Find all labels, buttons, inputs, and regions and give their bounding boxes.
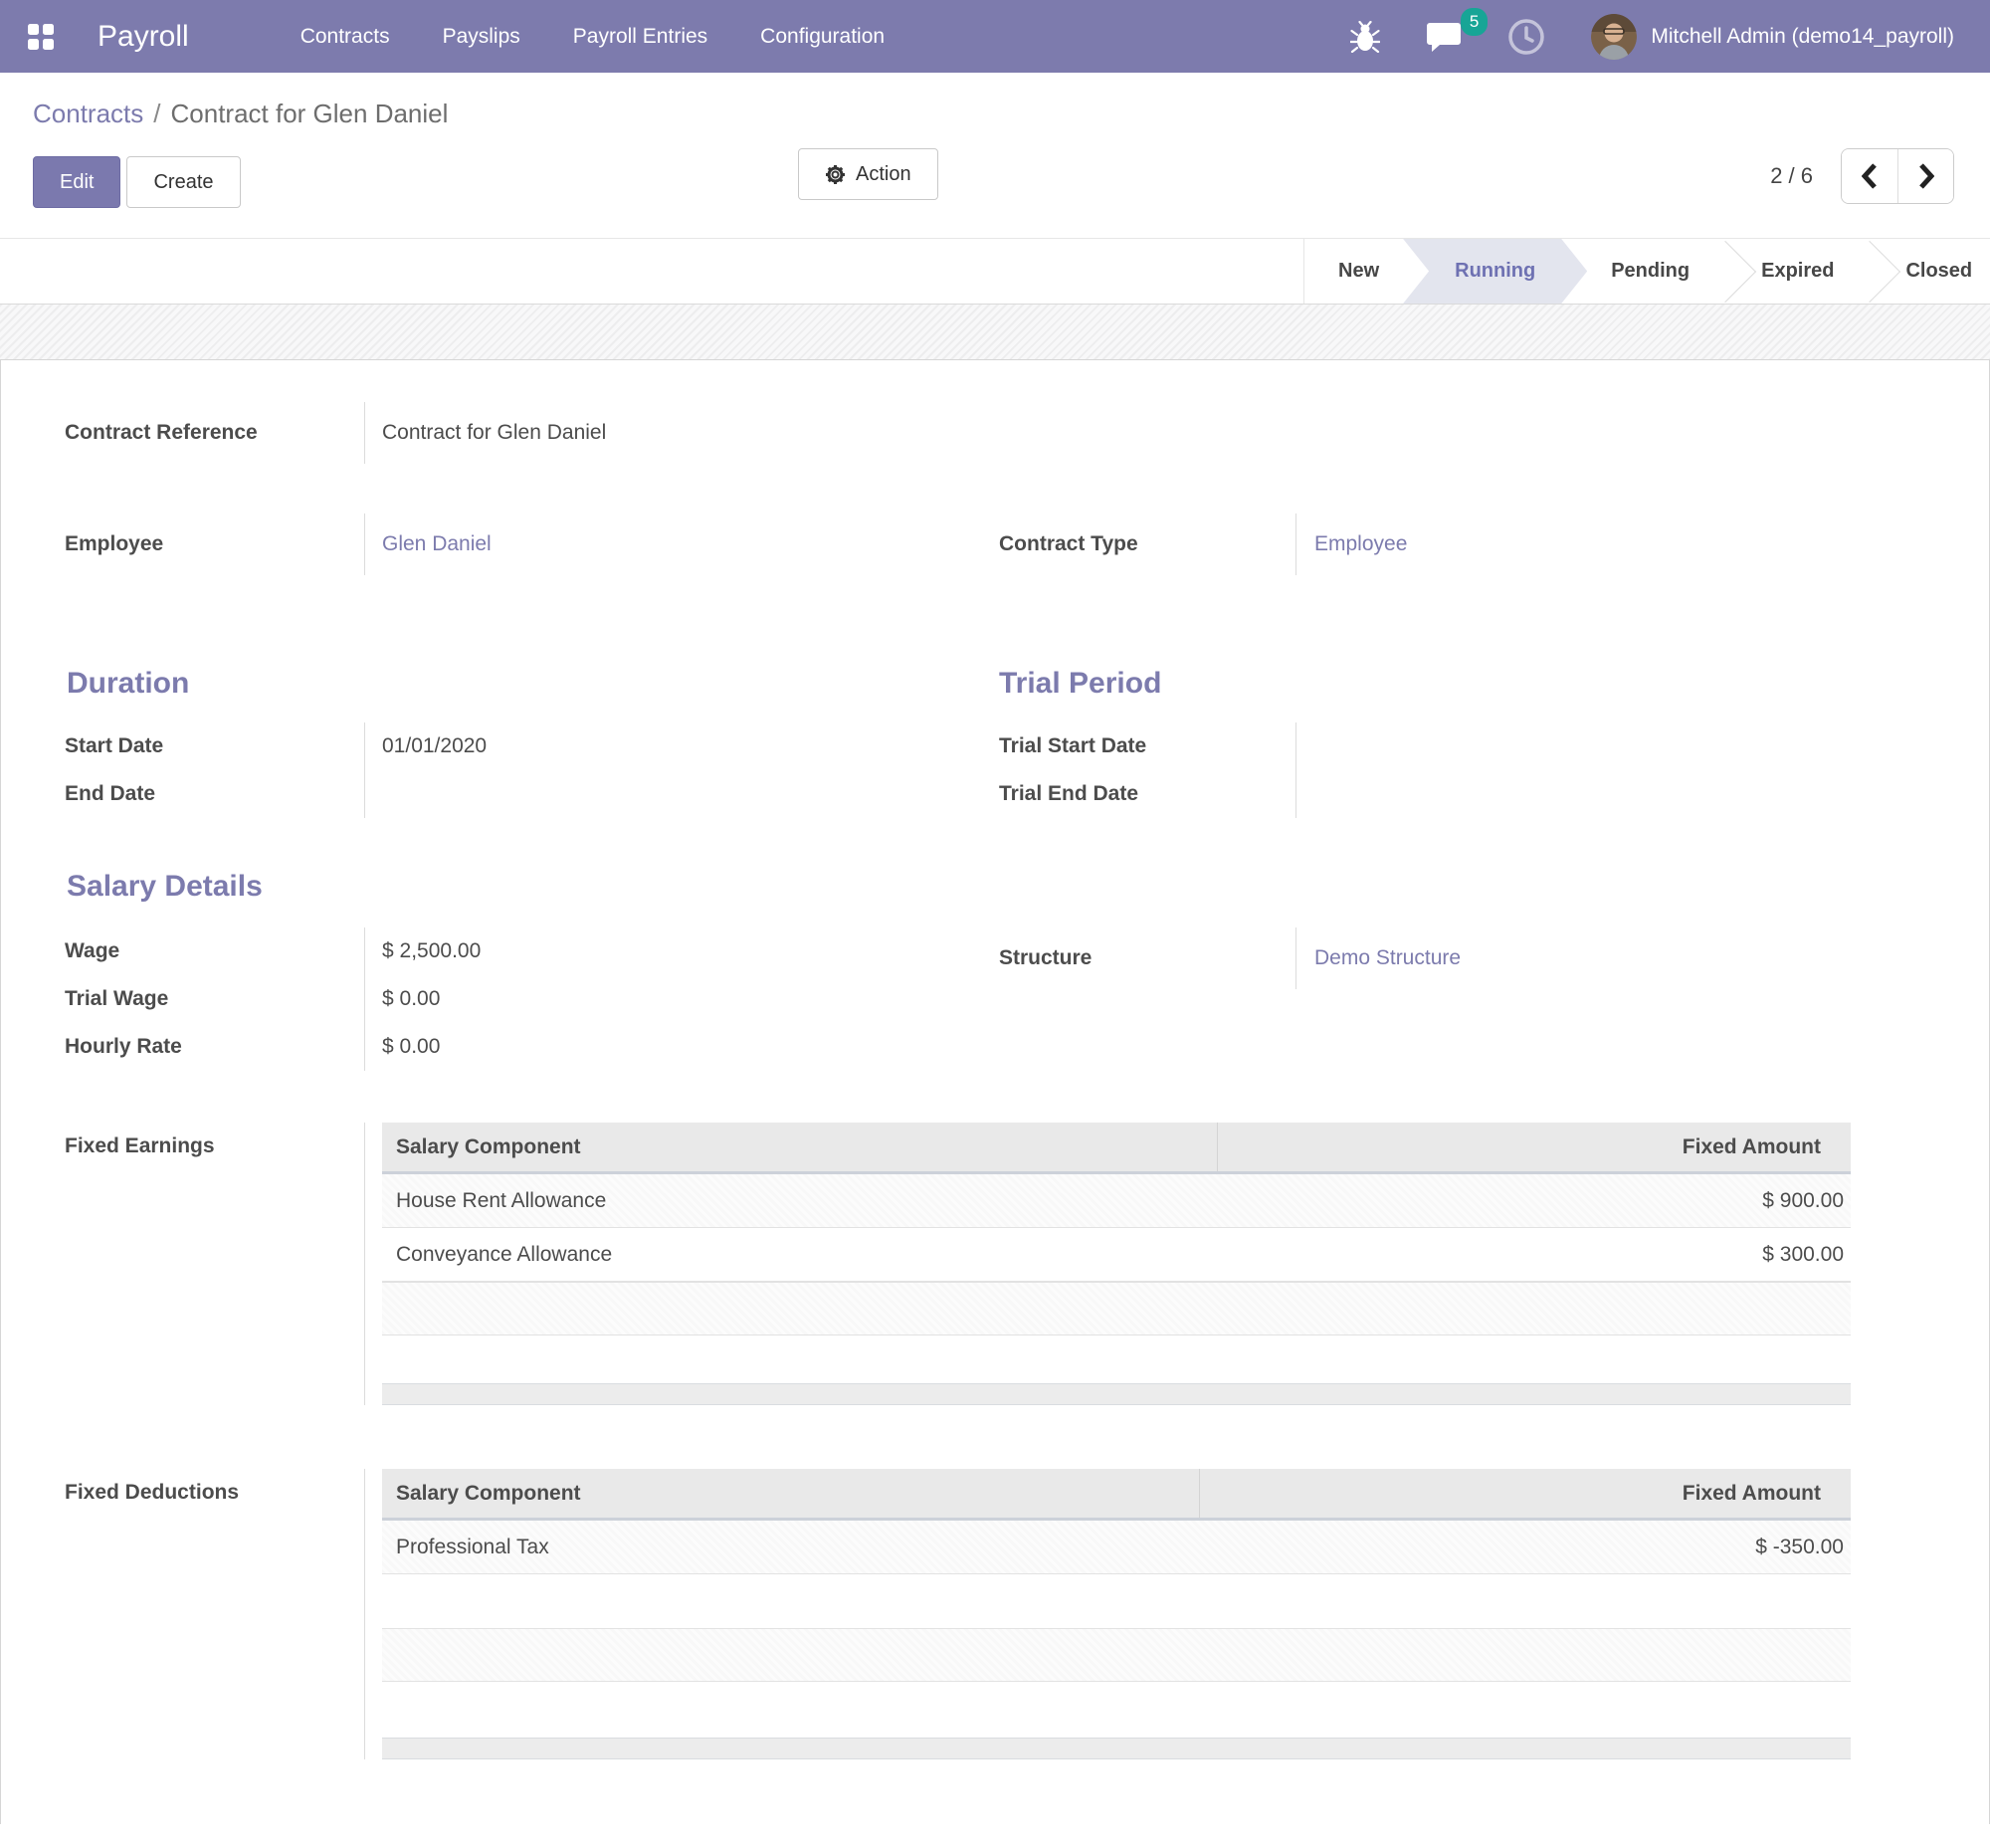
- edit-button[interactable]: Edit: [33, 156, 120, 208]
- activities-clock-icon[interactable]: [1507, 18, 1545, 56]
- status-step-new[interactable]: New: [1304, 239, 1413, 304]
- structure-field: Structure Demo Structure: [996, 927, 1989, 989]
- gear-icon: [825, 164, 846, 185]
- contract-reference-value: Contract for Glen Daniel: [382, 421, 606, 445]
- salary-component-cell: Professional Tax: [382, 1521, 1200, 1573]
- fixed-earnings-section: Fixed Earnings Salary Component Fixed Am…: [1, 1123, 1989, 1405]
- fixed-amount-cell: $ 900.00: [1218, 1174, 1851, 1227]
- wage-value: $ 2,500.00: [382, 939, 481, 963]
- pager-previous-button[interactable]: [1842, 149, 1897, 203]
- trial-end-date-label: Trial End Date: [999, 782, 1138, 806]
- chevron-right-icon: [1918, 163, 1934, 189]
- sheet-background-texture: [0, 305, 1990, 359]
- contract-type-field: Contract Type Employee: [996, 513, 1989, 575]
- column-header-salary-component[interactable]: Salary Component: [382, 1469, 1200, 1518]
- wage-label: Wage: [65, 939, 119, 963]
- fixed-earnings-label: Fixed Earnings: [65, 1134, 215, 1157]
- column-header-salary-component[interactable]: Salary Component: [382, 1123, 1218, 1171]
- breadcrumb-link-contracts[interactable]: Contracts: [33, 99, 143, 128]
- nav-menu-configuration[interactable]: Configuration: [760, 25, 885, 49]
- table-row[interactable]: Professional Tax $ -350.00: [382, 1521, 1851, 1574]
- breadcrumb: Contracts / Contract for Glen Daniel: [33, 97, 1990, 130]
- table-blank-area: [382, 1682, 1851, 1738]
- start-date-label: Start Date: [65, 734, 163, 758]
- empty-row: [382, 1282, 1851, 1335]
- section-title-duration: Duration: [67, 667, 996, 701]
- pager-next-button[interactable]: [1897, 149, 1953, 203]
- chevron-left-icon: [1862, 163, 1878, 189]
- salary-component-cell: Conveyance Allowance: [382, 1228, 1218, 1281]
- fixed-amount-cell: $ -350.00: [1200, 1521, 1851, 1573]
- end-date-label: End Date: [65, 782, 155, 806]
- table-header: Salary Component Fixed Amount: [382, 1123, 1851, 1174]
- contract-type-link[interactable]: Employee: [1314, 532, 1407, 556]
- empty-row: [382, 1628, 1851, 1682]
- table-footer-bar: [382, 1383, 1851, 1405]
- form-sheet: Contract Reference Contract for Glen Dan…: [0, 359, 1990, 1824]
- control-panel-buttons: Edit Create: [33, 156, 1990, 208]
- hourly-rate-label: Hourly Rate: [65, 1035, 182, 1059]
- table-blank-area: [382, 1335, 1851, 1383]
- top-navbar: Payroll Contracts Payslips Payroll Entri…: [0, 0, 1990, 73]
- nav-menu-payroll-entries[interactable]: Payroll Entries: [573, 25, 707, 49]
- salary-fields: Wage Trial Wage Hourly Rate $ 2,500.00 $…: [1, 927, 996, 1071]
- breadcrumb-separator: /: [153, 99, 160, 128]
- trial-start-date-label: Trial Start Date: [999, 734, 1146, 758]
- navbar-right-section: 5 Mitchell Admin (demo14_payroll): [1304, 14, 1954, 60]
- start-date-value: 01/01/2020: [382, 734, 487, 758]
- nav-menu-payslips[interactable]: Payslips: [443, 25, 520, 49]
- structure-link[interactable]: Demo Structure: [1314, 946, 1461, 970]
- contract-type-label: Contract Type: [999, 532, 1138, 556]
- nav-menu-contracts[interactable]: Contracts: [300, 25, 390, 49]
- action-button[interactable]: Action: [798, 148, 938, 200]
- column-header-fixed-amount[interactable]: Fixed Amount: [1218, 1123, 1851, 1171]
- table-header: Salary Component Fixed Amount: [382, 1469, 1851, 1521]
- debug-icon[interactable]: [1350, 21, 1380, 53]
- fixed-deductions-label: Fixed Deductions: [65, 1481, 239, 1504]
- table-row[interactable]: Conveyance Allowance $ 300.00: [382, 1228, 1851, 1282]
- pager-count: 2 / 6: [1770, 163, 1813, 189]
- statusbar: New Running Pending Expired Closed: [1303, 239, 1990, 304]
- fixed-deductions-table: Salary Component Fixed Amount Profession…: [382, 1469, 1851, 1759]
- create-button[interactable]: Create: [126, 156, 240, 208]
- user-name: Mitchell Admin (demo14_payroll): [1651, 25, 1954, 49]
- duration-fields: Start Date End Date 01/01/2020: [1, 722, 996, 818]
- table-row[interactable]: House Rent Allowance $ 900.00: [382, 1174, 1851, 1228]
- status-step-running[interactable]: Running: [1403, 239, 1587, 304]
- message-count-badge: 5: [1461, 8, 1488, 36]
- hourly-rate-value: $ 0.00: [382, 1035, 440, 1059]
- employee-label: Employee: [65, 532, 163, 556]
- column-header-fixed-amount[interactable]: Fixed Amount: [1200, 1469, 1851, 1518]
- section-title-salary-details: Salary Details: [67, 870, 996, 904]
- user-avatar: [1591, 14, 1637, 60]
- statusbar-row: New Running Pending Expired Closed: [0, 239, 1990, 305]
- structure-label: Structure: [999, 946, 1092, 970]
- section-title-trial-period: Trial Period: [999, 667, 1989, 701]
- fixed-earnings-table: Salary Component Fixed Amount House Rent…: [382, 1123, 1851, 1405]
- user-menu[interactable]: Mitchell Admin (demo14_payroll): [1591, 14, 1954, 60]
- breadcrumb-current: Contract for Glen Daniel: [171, 99, 449, 128]
- app-title[interactable]: Payroll: [98, 20, 189, 54]
- fixed-amount-cell: $ 300.00: [1218, 1228, 1851, 1281]
- table-blank-area: [382, 1574, 1851, 1628]
- fixed-deductions-section: Fixed Deductions Salary Component Fixed …: [1, 1469, 1989, 1759]
- control-panel: Contracts / Contract for Glen Daniel Edit …: [0, 73, 1990, 239]
- trial-wage-value: $ 0.00: [382, 987, 440, 1011]
- pager: 2 / 6: [1770, 148, 1954, 204]
- contract-reference-label: Contract Reference: [65, 421, 258, 445]
- salary-component-cell: House Rent Allowance: [382, 1174, 1218, 1227]
- navbar-menus: Contracts Payslips Payroll Entries Confi…: [300, 25, 937, 49]
- trial-wage-label: Trial Wage: [65, 987, 168, 1011]
- messages-icon[interactable]: 5: [1426, 20, 1462, 54]
- table-footer-bar: [382, 1738, 1851, 1759]
- trial-period-fields: Trial Start Date Trial End Date: [996, 722, 1989, 818]
- employee-link[interactable]: Glen Daniel: [382, 532, 492, 556]
- employee-field: Employee Glen Daniel: [1, 513, 996, 575]
- apps-menu-icon[interactable]: [26, 22, 56, 52]
- action-button-label: Action: [856, 163, 911, 186]
- contract-reference-field: Contract Reference Contract for Glen Dan…: [1, 402, 1989, 464]
